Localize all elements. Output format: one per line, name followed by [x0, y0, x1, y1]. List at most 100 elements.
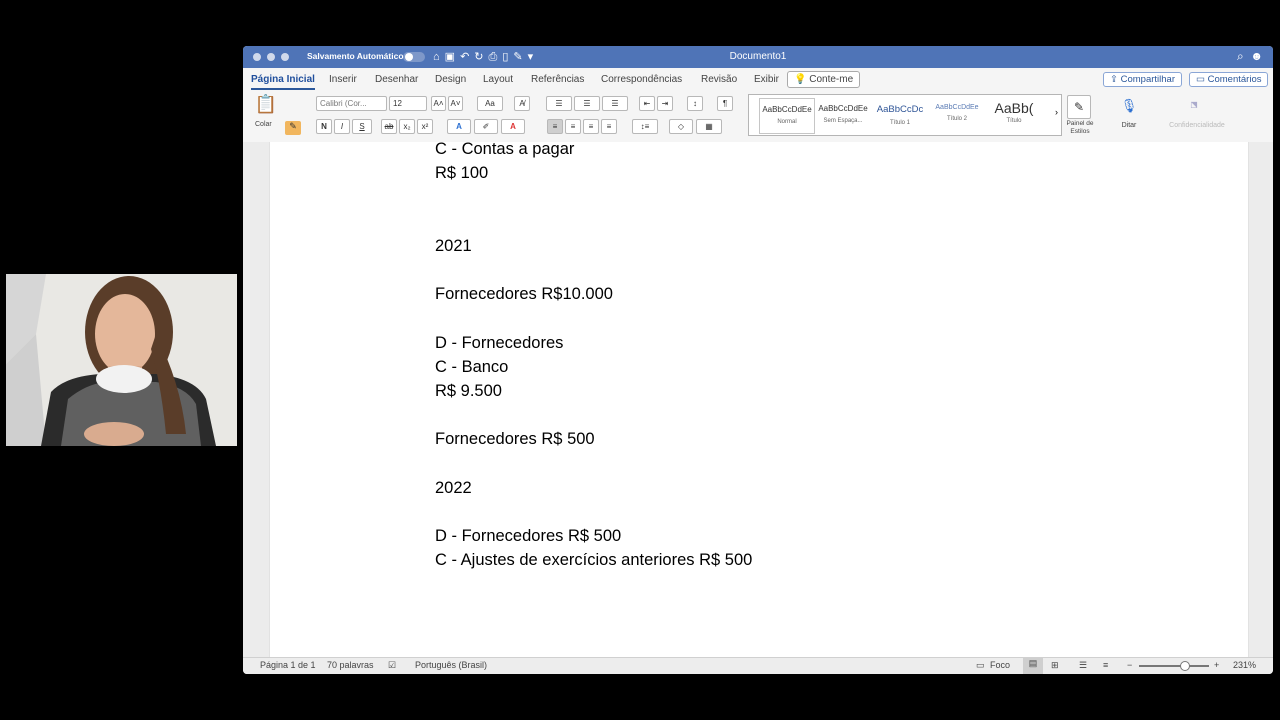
line-spacing-icon[interactable]: ↕≡ — [632, 119, 658, 134]
web-layout-icon[interactable]: ⊞ — [1051, 660, 1059, 671]
tab-layout[interactable]: Layout — [483, 74, 513, 85]
webcam-feed — [6, 274, 237, 446]
font-color-icon[interactable]: A — [501, 119, 525, 134]
style-title[interactable]: AaBb( Título — [987, 98, 1041, 132]
tab-revisao[interactable]: Revisão — [701, 74, 737, 85]
doc-line: C - Banco — [435, 357, 509, 376]
tab-desenhar[interactable]: Desenhar — [375, 74, 418, 85]
share-button[interactable]: ⇪ Compartilhar — [1103, 72, 1182, 87]
tell-me-box[interactable]: 💡 Conte-me — [787, 71, 861, 88]
doc-line — [435, 403, 752, 427]
bullets-icon[interactable]: ☰ — [546, 96, 572, 111]
style-heading-1[interactable]: AaBbCcDc Título 1 — [873, 98, 927, 132]
justify-icon[interactable]: ≡ — [601, 119, 617, 134]
zoom-slider[interactable] — [1139, 665, 1209, 667]
text-effects-icon[interactable]: A — [447, 119, 471, 134]
document-title: Documento1 — [729, 51, 787, 62]
style-preview: AaBbCcDdEe — [935, 104, 979, 111]
font-size-select[interactable]: 12 — [389, 96, 427, 111]
document-body[interactable]: C - Contas a pagar R$ 100 2021 Fornecedor… — [435, 137, 752, 573]
language-label[interactable]: Português (Brasil) — [415, 660, 487, 670]
doc-line: 2021 — [435, 236, 472, 255]
clear-format-icon[interactable]: A̸ — [514, 96, 530, 111]
dictate-label: Ditar — [1121, 122, 1137, 129]
change-case-button[interactable]: Aa — [477, 96, 503, 111]
borders-icon[interactable]: ▦ — [696, 119, 722, 134]
doc-line — [435, 306, 752, 330]
bold-button[interactable]: N — [316, 119, 332, 134]
style-normal[interactable]: AaBbCcDdEe Normal — [759, 98, 815, 134]
zoom-out-icon[interactable]: − — [1127, 660, 1132, 670]
style-preview: AaBbCcDdEe — [762, 105, 812, 114]
paste-icon[interactable]: 📋 — [251, 94, 281, 120]
draft-view-icon[interactable]: ≡ — [1103, 660, 1108, 670]
microphone-icon[interactable]: 🎙 — [1116, 95, 1142, 119]
italic-button[interactable]: I — [334, 119, 350, 134]
format-painter-icon[interactable]: ✎ — [285, 121, 301, 135]
tab-correspondencias[interactable]: Correspondências — [601, 74, 682, 85]
title-bar: Salvamento Automático ⌂▣↶↻⎙▯✎▾ Documento… — [243, 46, 1273, 68]
chevron-right-icon[interactable]: › — [1055, 107, 1058, 117]
style-heading-2[interactable]: AaBbCcDdEe Título 2 — [930, 98, 984, 132]
share-label: Compartilhar — [1120, 74, 1175, 85]
highlight-icon[interactable]: ✐ — [474, 119, 498, 134]
tab-inserir[interactable]: Inserir — [329, 74, 357, 85]
align-left-icon[interactable]: ≡ — [547, 119, 563, 134]
document-page[interactable]: C - Contas a pagar R$ 100 2021 Fornecedor… — [269, 140, 1249, 662]
focus-icon[interactable]: ▭ — [976, 660, 985, 671]
search-icon[interactable]: ⌕ — [1237, 49, 1244, 63]
doc-line: R$ 9.500 — [435, 382, 502, 401]
align-right-icon[interactable]: ≡ — [583, 119, 599, 134]
sort-icon[interactable]: ↕ — [687, 96, 703, 111]
style-name: Título — [1006, 118, 1022, 124]
style-no-spacing[interactable]: AaBbCcDdEe Sem Espaça... — [816, 98, 870, 132]
proofing-icon[interactable]: ☑ — [388, 660, 396, 671]
doc-line: D - Fornecedores — [435, 333, 564, 352]
strikethrough-button[interactable]: ab — [381, 119, 397, 134]
zoom-in-icon[interactable]: + — [1214, 660, 1219, 670]
sensitivity-label: Confidencialidade — [1169, 122, 1225, 129]
paste-label: Colar — [255, 121, 272, 128]
subscript-button[interactable]: x₂ — [399, 119, 415, 134]
grow-font-button[interactable]: A˄ — [431, 96, 446, 111]
superscript-button[interactable]: x² — [417, 119, 433, 134]
align-center-icon[interactable]: ≡ — [565, 119, 581, 134]
doc-line — [435, 500, 752, 524]
zoom-level[interactable]: 231% — [1233, 660, 1256, 670]
focus-label[interactable]: Foco — [990, 660, 1010, 670]
shading-icon[interactable]: ◇ — [669, 119, 693, 134]
tab-design[interactable]: Design — [435, 74, 466, 85]
page-count[interactable]: Página 1 de 1 — [260, 660, 316, 670]
share-icon: ⇪ — [1110, 74, 1118, 85]
ribbon-tabs: Página Inicial Inserir Desenhar Design L… — [243, 68, 1273, 91]
comments-button[interactable]: ▭ Comentários — [1189, 72, 1269, 87]
doc-line: 2022 — [435, 478, 472, 497]
doc-line: C - Ajustes de exercícios anteriores R$ … — [435, 551, 753, 570]
comment-icon: ▭ — [1196, 74, 1205, 85]
styles-pane-icon[interactable]: ✎ — [1067, 95, 1091, 119]
account-icon[interactable]: ☻ — [1250, 49, 1263, 63]
font-name-select[interactable]: Calibri (Cor... — [316, 96, 387, 111]
word-window: Salvamento Automático ⌂▣↶↻⎙▯✎▾ Documento… — [243, 46, 1273, 674]
increase-indent-icon[interactable]: ⇥ — [657, 96, 673, 111]
print-layout-icon[interactable]: ▤ — [1023, 658, 1043, 674]
doc-line: Fornecedores R$10.000 — [435, 285, 613, 304]
doc-line: C - Contas a pagar — [435, 140, 575, 158]
word-count[interactable]: 70 palavras — [327, 660, 374, 670]
tab-referencias[interactable]: Referências — [531, 74, 584, 85]
tell-me-label: Conte-me — [809, 74, 854, 85]
underline-button[interactable]: S — [352, 119, 372, 134]
pilcrow-icon[interactable]: ¶ — [717, 96, 733, 111]
ribbon-home: 📋 Colar ✎ Calibri (Cor... 12 A˄ A˅ Aa A̸… — [243, 91, 1273, 143]
shrink-font-button[interactable]: A˅ — [448, 96, 463, 111]
zoom-slider-handle[interactable] — [1180, 661, 1190, 671]
multilevel-list-icon[interactable]: ☰ — [602, 96, 628, 111]
styles-pane-label: Painel de Estilos — [1066, 120, 1094, 135]
style-preview: AaBbCcDdEe — [818, 104, 868, 113]
outline-view-icon[interactable]: ☰ — [1079, 660, 1087, 671]
tab-pagina-inicial[interactable]: Página Inicial — [251, 74, 315, 90]
decrease-indent-icon[interactable]: ⇤ — [639, 96, 655, 111]
tab-exibir[interactable]: Exibir — [754, 74, 779, 85]
numbering-icon[interactable]: ☰ — [574, 96, 600, 111]
style-preview: AaBbCcDc — [876, 104, 924, 115]
